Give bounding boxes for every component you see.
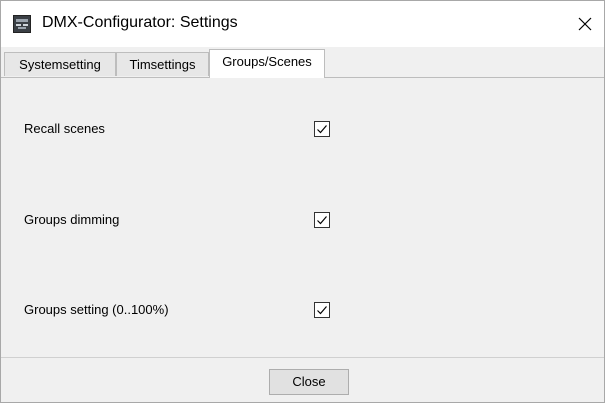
title-bar[interactable]: DMX-Configurator: Settings bbox=[1, 1, 604, 47]
groups-scenes-panel: Recall scenes Groups dimming Groups sett… bbox=[9, 78, 604, 355]
app-icon bbox=[13, 15, 31, 33]
recall-scenes-checkbox[interactable] bbox=[314, 121, 330, 137]
recall-scenes-label: Recall scenes bbox=[24, 121, 105, 136]
settings-dialog: DMX-Configurator: Settings Systemsetting… bbox=[0, 0, 605, 403]
close-icon[interactable] bbox=[571, 10, 599, 38]
tab-systemsetting[interactable]: Systemsetting bbox=[4, 52, 116, 76]
tab-timsettings[interactable]: Timsettings bbox=[116, 52, 209, 76]
dialog-footer: Close bbox=[1, 357, 604, 402]
tab-strip: Systemsetting Timsettings Groups/Scenes bbox=[1, 47, 604, 78]
groups-dimming-checkbox[interactable] bbox=[314, 212, 330, 228]
tab-groups-scenes[interactable]: Groups/Scenes bbox=[209, 49, 325, 78]
groups-setting-checkbox[interactable] bbox=[314, 302, 330, 318]
window-title: DMX-Configurator: Settings bbox=[42, 14, 238, 31]
close-button[interactable]: Close bbox=[269, 369, 349, 395]
groups-dimming-label: Groups dimming bbox=[24, 212, 120, 227]
groups-setting-label: Groups setting (0..100%) bbox=[24, 302, 169, 317]
